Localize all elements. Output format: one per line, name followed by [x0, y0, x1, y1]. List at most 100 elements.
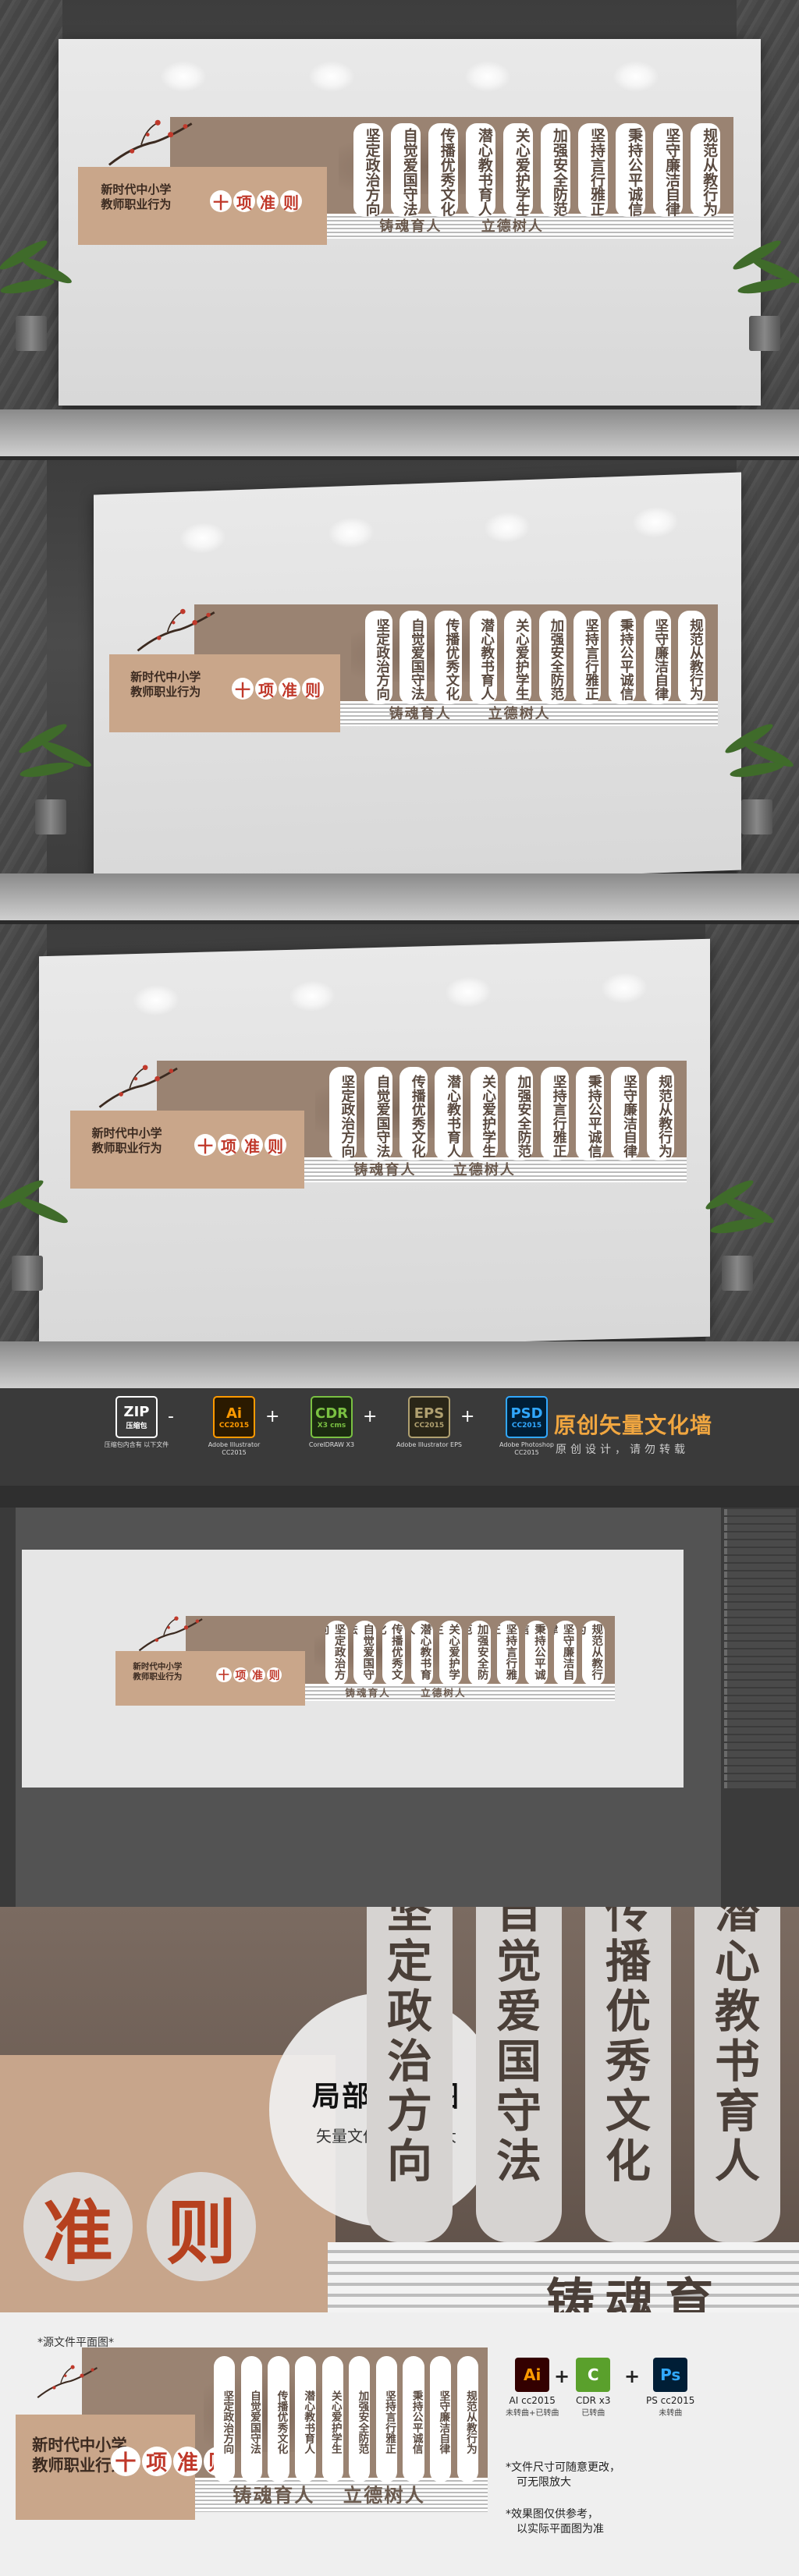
layer-row[interactable]: [724, 1766, 796, 1773]
pillar-card: 坚定政治方向: [325, 1620, 348, 1686]
layer-row[interactable]: [724, 1681, 796, 1687]
format-operator: -: [168, 1407, 174, 1426]
pillar-card: 规范从教行为: [582, 1620, 605, 1686]
layer-row[interactable]: [724, 1782, 796, 1788]
marble-wall-left: [0, 0, 62, 456]
highlight-char: 十: [216, 1667, 232, 1683]
board-title-line-2: 教师职业行为: [101, 197, 172, 211]
design-board: 新时代中小学教师职业行为 十项准则 坚定政治方向自觉爱国守法传播优秀文化潜心教书育人…: [109, 604, 718, 760]
psd-icon: PSD CC2015: [506, 1396, 548, 1438]
layer-row[interactable]: [724, 1517, 796, 1523]
eps-icon: EPS CC2015: [408, 1396, 450, 1438]
slogan-left: 铸魂育人: [345, 1687, 391, 1699]
format-icon-text: CDR: [314, 1405, 348, 1422]
layer-row[interactable]: [724, 1603, 796, 1609]
layer-row[interactable]: [724, 1743, 796, 1749]
board-highlight: 十项准则: [209, 190, 303, 212]
layer-row[interactable]: [724, 1727, 796, 1734]
c-icon: C: [576, 2358, 611, 2392]
layer-row[interactable]: [724, 1509, 796, 1515]
pillar-card: 关心爱护学生: [503, 123, 533, 217]
layer-row[interactable]: [724, 1673, 796, 1679]
layer-row[interactable]: [724, 1525, 796, 1531]
pillar-card: 坚持言行雅正: [541, 1067, 569, 1160]
layer-row[interactable]: [724, 1649, 796, 1656]
zoom-red-char: 准: [23, 2172, 133, 2281]
layer-row[interactable]: [724, 1720, 796, 1726]
board-title: 新时代中小学 教师职业行为: [130, 670, 201, 700]
layer-row[interactable]: [724, 1642, 796, 1648]
software-name: AI cc2015: [509, 2395, 556, 2406]
pillar-card: 坚守廉洁自律: [643, 611, 671, 704]
layer-row[interactable]: [724, 1665, 796, 1671]
highlight-char: 准: [172, 2446, 203, 2476]
footer-note-2: *效果图仅供参考， 以实际平面图为准: [506, 2508, 604, 2535]
layer-row[interactable]: [724, 1595, 796, 1601]
board-title-line-2: 教师职业行为: [133, 1671, 183, 1681]
brand-subtitle: 原创设计，请勿转载: [556, 1444, 689, 1456]
software-sub: 未转曲+已转曲: [506, 2409, 559, 2418]
layer-row[interactable]: [724, 1610, 796, 1617]
layer-row[interactable]: [724, 1735, 796, 1742]
pillar-card: 坚持言行雅正: [574, 611, 602, 704]
pillar-card: 传播优秀文化: [434, 611, 462, 704]
pillar-card: 规范从教行为: [691, 123, 721, 217]
layer-row[interactable]: [724, 1712, 796, 1718]
layers-panel: [721, 1508, 799, 1907]
board-title: 新时代中小学 教师职业行为: [133, 1662, 182, 1682]
layer-row[interactable]: [724, 1579, 796, 1586]
board-slogan: 铸魂育人 立德树人: [233, 2480, 425, 2507]
format-subtitle: Adobe Photoshop CC2015: [499, 1441, 554, 1456]
layer-row[interactable]: [724, 1571, 796, 1578]
highlight-char: 十: [111, 2446, 140, 2476]
pillar-card: 规范从教行为: [456, 2355, 478, 2482]
format-item-zip: ZIP 压缩包压缩包内含有 以下文件: [101, 1396, 172, 1449]
highlight-char: 十: [210, 190, 232, 212]
layer-row[interactable]: [724, 1696, 796, 1703]
plum-blossom-branch: [98, 1065, 178, 1108]
layer-row[interactable]: [724, 1657, 796, 1664]
potted-plant-right: [702, 1174, 776, 1291]
pillar-card: 传播优秀文化: [400, 1067, 428, 1160]
pillar-card: 自觉爱国守法: [240, 2355, 262, 2482]
pillar-card: 坚定政治方向: [353, 123, 383, 217]
layer-row[interactable]: [724, 1540, 796, 1547]
mockup-scene-2: 新时代中小学 教师职业行为 十项准则 坚定政治方向 自觉爱国守法 传播优秀文化 潜心教书育人…: [0, 460, 799, 920]
layer-row[interactable]: [724, 1587, 796, 1593]
layer-row[interactable]: [724, 1751, 796, 1757]
slogan-right: 立德树人: [453, 1162, 516, 1178]
floor: [0, 409, 799, 456]
pillar-card: 坚持言行雅正: [375, 2355, 398, 2482]
potted-plant-right: [730, 234, 799, 351]
slogan-left: 铸魂育人: [353, 1162, 417, 1178]
layer-row[interactable]: [724, 1704, 796, 1710]
layer-row[interactable]: [724, 1626, 796, 1632]
pillar-card: 自觉爱国守法: [353, 1620, 377, 1686]
layer-row[interactable]: [724, 1564, 796, 1570]
format-item-ai: Ai CC2015 Adobe Illustrator CC2015: [199, 1396, 269, 1456]
layer-row[interactable]: [724, 1759, 796, 1765]
ai-icon: Ai CC2015: [213, 1396, 255, 1438]
software-0: Ai AI cc2015 未转曲+已转曲: [506, 2358, 559, 2418]
design-board: 新时代中小学教师职业行为 十项准则 坚定政治方向自觉爱国守法传播优秀文化潜心教书育人…: [115, 1616, 615, 1725]
layer-row[interactable]: [724, 1548, 796, 1554]
pillar-card: 秉持公平诚信: [576, 1067, 604, 1160]
zoom-pillar: 传播优秀文化: [585, 1907, 671, 2242]
layer-row[interactable]: [724, 1634, 796, 1640]
layer-row[interactable]: [724, 1618, 796, 1625]
layer-row[interactable]: [724, 1532, 796, 1539]
pillar-card: 传播优秀文化: [382, 1620, 405, 1686]
highlight-char: 准: [257, 190, 279, 212]
format-operator: +: [265, 1407, 280, 1426]
pillar-card: 关心爱护学生: [321, 2355, 343, 2482]
layer-row[interactable]: [724, 1556, 796, 1562]
plum-blossom-branch: [137, 608, 215, 652]
layer-row[interactable]: [724, 1774, 796, 1781]
format-label: 压缩包: [126, 1423, 147, 1430]
format-subtitle: 压缩包内含有 以下文件: [104, 1441, 169, 1448]
layer-row[interactable]: [724, 1688, 796, 1695]
pillar-card: 关心爱护学生: [439, 1620, 463, 1686]
format-label: CC2015: [414, 1421, 445, 1430]
zoom-pillar-text: 自觉爱国守法: [495, 1907, 542, 2188]
format-icon-text: ZIP: [123, 1404, 150, 1420]
